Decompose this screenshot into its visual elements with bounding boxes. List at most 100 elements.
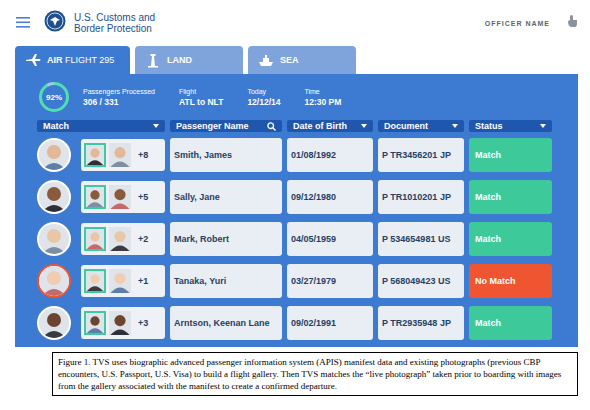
more-count: +1 [138, 276, 148, 286]
status-cell[interactable]: No Match [469, 264, 552, 298]
tab-label: LAND [167, 55, 192, 65]
touch-icon [566, 14, 578, 28]
document-number: P TR1010201 JP [382, 192, 451, 202]
gallery-thumbnails[interactable]: +3 [81, 307, 165, 339]
column-label: Document [384, 121, 428, 131]
live-photo [37, 222, 71, 256]
officer-button[interactable] [566, 14, 578, 32]
status-cell[interactable]: Match [469, 138, 552, 172]
summary-value: 306 / 331 [83, 97, 155, 107]
photo-icon [39, 182, 69, 212]
photo-icon [109, 269, 131, 293]
live-photo [37, 264, 71, 298]
dropdown-icon [153, 124, 159, 128]
photo-icon [86, 229, 104, 249]
passenger-name: Mark, Robert [174, 234, 229, 244]
tab-title: SEA [280, 55, 299, 65]
passenger-name: Arntson, Keenan Lane [174, 318, 270, 328]
column-header[interactable]: Status [469, 120, 552, 132]
document-number: P TR2935948 JP [382, 318, 451, 328]
status-cell[interactable]: Match [469, 180, 552, 214]
summary-label: Flight [179, 87, 223, 97]
progress-ring: 92% [39, 82, 69, 112]
photo-icon [39, 140, 69, 170]
tab[interactable]: LAND [135, 46, 243, 74]
column-header[interactable]: Passenger Name [170, 120, 282, 132]
table-header: Match Passenger Name Date of Birth Document… [37, 120, 557, 132]
status-cell[interactable]: Match [469, 306, 552, 340]
match-cell: +1 [37, 264, 165, 298]
air-icon [25, 53, 41, 68]
progress-center: 92% [42, 85, 66, 109]
passenger-name: Tanaka, Yuri [174, 276, 226, 286]
summary-value: 12:30 PM [304, 97, 341, 107]
tab-title: AIR [47, 55, 63, 65]
officer-name[interactable]: OFFICER NAME [485, 20, 550, 27]
summary-value: ATL to NLT [179, 97, 223, 107]
column-header[interactable]: Match [37, 120, 165, 132]
name-cell: Arntson, Keenan Lane [170, 306, 282, 340]
gallery-photo [109, 311, 131, 335]
status-cell[interactable]: Match [469, 222, 552, 256]
column-header[interactable]: Date of Birth [287, 120, 373, 132]
column-header[interactable]: Document [378, 120, 464, 132]
tab-label: SEA [280, 55, 299, 65]
summary-bar: 92%Passengers Processed306 / 331FlightAT… [37, 82, 557, 112]
dob-cell: 04/05/1959 [287, 222, 373, 256]
column-label: Match [43, 121, 69, 131]
photo-icon [86, 271, 104, 291]
dob-cell: 09/12/1980 [287, 180, 373, 214]
date-of-birth: 09/12/1980 [291, 192, 336, 202]
hamburger-icon [16, 17, 30, 28]
document-number: P 534654981 US [382, 234, 450, 244]
more-count: +2 [138, 234, 148, 244]
photo-icon [86, 145, 104, 165]
name-cell: Smith, James [170, 138, 282, 172]
photo-icon [109, 227, 131, 251]
more-count: +3 [138, 318, 148, 328]
gallery-thumbnails[interactable]: +1 [81, 265, 165, 297]
photo-icon [109, 143, 131, 167]
summary-value: 12/12/14 [247, 97, 280, 107]
table-row[interactable]: +5 Sally, Jane 09/12/1980 P TR1010201 JP Mat… [37, 180, 557, 214]
photo-icon [39, 308, 69, 338]
agency-line: Border Protection [74, 23, 155, 34]
menu-button[interactable] [16, 14, 30, 32]
more-count: +8 [138, 150, 148, 160]
photo-icon [39, 224, 69, 254]
column-label: Date of Birth [293, 121, 347, 131]
search-icon [267, 122, 276, 131]
document-cell: P TR1010201 JP [378, 180, 464, 214]
name-cell: Mark, Robert [170, 222, 282, 256]
summary-item: Today12/12/14 [247, 87, 280, 107]
table-row[interactable]: +3Arntson, Keenan Lane09/02/1991P TR2935… [37, 306, 557, 340]
tab[interactable]: SEA [248, 46, 356, 74]
status-label: Match [475, 318, 501, 328]
gallery-photo [109, 143, 131, 167]
live-photo [37, 138, 71, 172]
tab[interactable]: AIR FLIGHT 295 [15, 46, 130, 74]
photo-icon [109, 311, 131, 335]
gallery-thumbnails[interactable]: +8 [81, 139, 165, 171]
gallery-photo [84, 269, 106, 293]
figure-caption: Figure 1. TVS uses biographic advanced p… [52, 352, 578, 396]
name-cell: Sally, Jane [170, 180, 282, 214]
more-count: +5 [138, 192, 148, 202]
gallery-thumbnails[interactable]: +5 [81, 181, 165, 213]
status-label: Match [475, 234, 501, 244]
dropdown-icon [452, 124, 458, 128]
gallery-photo [84, 185, 106, 209]
date-of-birth: 01/08/1992 [291, 150, 336, 160]
table-row[interactable]: +2 Mark, Robert 04/05/1959 P 534654981 US Ma… [37, 222, 557, 256]
gallery-thumbnails[interactable]: +2 [81, 223, 165, 255]
summary-item: Time12:30 PM [304, 87, 341, 107]
dropdown-icon [361, 124, 367, 128]
photo-icon [109, 185, 131, 209]
match-cell: +2 [37, 222, 165, 256]
table-row[interactable]: +8Smith, James01/08/1992P TR3456201 JPMa… [37, 138, 557, 172]
passenger-name: Smith, James [174, 150, 232, 160]
date-of-birth: 03/27/1979 [291, 276, 336, 286]
table-row[interactable]: +1Tanaka, Yuri03/27/1979P 568049423 USNo… [37, 264, 557, 298]
header: U.S. Customs andBorder ProtectionOFFICER… [0, 0, 590, 46]
logo [44, 10, 66, 36]
